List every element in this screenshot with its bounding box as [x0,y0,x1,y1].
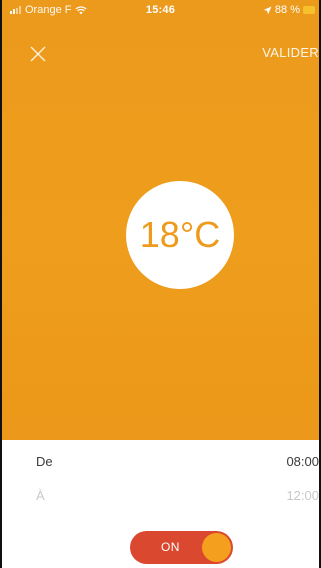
location-arrow-icon [263,6,272,14]
battery-percent: 88 % [274,4,300,16]
from-time-row[interactable]: De 08:00 [2,444,319,478]
temperature-value: 18°C [139,214,221,255]
toggle-label: ON [161,540,180,554]
close-button[interactable] [28,44,48,64]
temperature-panel: Orange F 15:46 88 % VALIDER 18°C [2,0,319,440]
temperature-dial[interactable]: 18°C [126,181,234,289]
validate-button[interactable]: VALIDER [262,45,319,60]
to-time-value: 12:00 [286,487,319,503]
status-right: 88 % [263,4,315,16]
toggle-knob [202,533,231,562]
from-label: De [36,453,53,469]
to-time-row[interactable]: À 12:00 [2,478,319,512]
on-off-toggle[interactable]: ON [130,531,233,564]
app-screen: Orange F 15:46 88 % VALIDER 18°C De 08:0… [0,0,321,568]
to-label: À [36,487,45,503]
battery-icon [303,6,315,14]
from-time-value: 08:00 [286,453,319,469]
close-icon [30,46,46,62]
status-bar: Orange F 15:46 88 % [2,0,319,20]
